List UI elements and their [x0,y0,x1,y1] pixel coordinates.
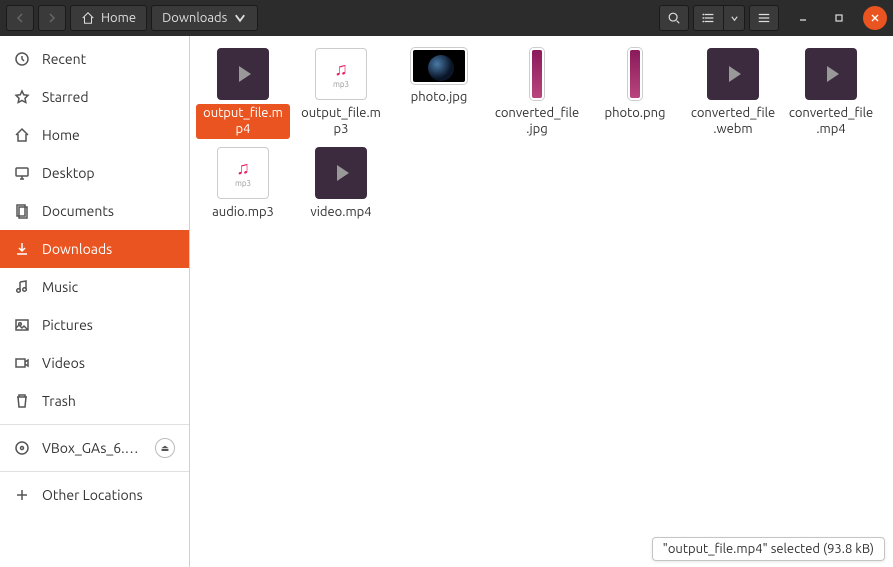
disc-icon [14,440,30,456]
search-button[interactable] [659,5,689,31]
file-item[interactable]: output_file.mp4 [194,48,292,139]
maximize-button[interactable] [827,6,851,30]
plus-icon [14,487,30,503]
file-grid: output_file.mp4♫mp3output_file.mp3photo.… [190,36,893,241]
file-thumbnail: ♫mp3 [315,48,367,100]
file-item[interactable]: ♫mp3 output_file.mp3 [292,48,390,139]
sidebar-item-label: Home [42,127,80,143]
file-thumbnail [805,48,857,100]
status-bar: "output_file.mp4" selected (93.8 kB) [652,537,885,561]
back-button[interactable] [6,5,34,31]
desktop-icon [14,165,30,181]
file-item[interactable]: converted_file.mp4 [782,48,880,139]
list-view-button[interactable] [693,5,723,31]
trash-icon [14,393,30,409]
file-thumbnail: ♫mp3 [217,147,269,199]
sidebar-item-videos[interactable]: Videos [0,344,189,382]
file-label: photo.png [601,104,670,122]
file-thumbnail [217,48,269,100]
file-item[interactable]: photo.jpg [390,48,488,139]
music-note-icon: ♫ [334,59,348,80]
file-item[interactable]: converted_file.jpg [488,48,586,139]
view-dropdown-button[interactable] [723,5,745,31]
sidebar-item-documents[interactable]: Documents [0,192,189,230]
path-segment-downloads[interactable]: Downloads [151,5,258,31]
file-thumbnail [628,48,642,100]
file-pane: output_file.mp4♫mp3output_file.mp3photo.… [190,36,893,567]
file-label: photo.jpg [407,88,472,106]
sidebar-item-label: Documents [42,203,114,219]
music-note-icon: ♫ [236,158,250,179]
path-segment-home[interactable]: Home [70,5,147,31]
file-thumbnail [707,48,759,100]
file-item[interactable]: video.mp4 [292,147,390,221]
pictures-icon [14,317,30,333]
sidebar: Recent Starred Home Desktop Documents Downloa… [0,36,190,567]
sidebar-item-label: Pictures [42,317,93,333]
file-thumbnail [411,48,467,84]
file-thumbnail [315,147,367,199]
sidebar-item-recent[interactable]: Recent [0,40,189,78]
sidebar-item-trash[interactable]: Trash [0,382,189,420]
forward-button[interactable] [38,5,66,31]
sidebar-item-music[interactable]: Music [0,268,189,306]
sidebar-item-vbox[interactable]: VBox_GAs_6.… ⏏ [0,429,189,467]
file-item[interactable]: converted_file.webm [684,48,782,139]
sidebar-item-label: Videos [42,355,85,371]
chevron-down-icon [233,11,247,25]
sidebar-item-pictures[interactable]: Pictures [0,306,189,344]
file-label: converted_file.jpg [490,104,584,139]
home-icon [14,127,30,143]
path-label: Home [101,11,136,25]
home-icon [81,11,95,25]
hamburger-menu-button[interactable] [749,5,779,31]
sidebar-item-label: Music [42,279,78,295]
videos-icon [14,355,30,371]
music-icon [14,279,30,295]
sidebar-item-label: Starred [42,89,89,105]
documents-icon [14,203,30,219]
sidebar-item-label: Recent [42,51,86,67]
downloads-icon [14,241,30,257]
sidebar-item-home[interactable]: Home [0,116,189,154]
toolbar: Home Downloads [0,0,893,36]
sidebar-item-label: Other Locations [42,487,143,503]
file-label: converted_file.webm [686,104,780,139]
eject-button[interactable]: ⏏ [155,438,175,458]
audio-ext-label: mp3 [235,179,251,188]
sidebar-item-desktop[interactable]: Desktop [0,154,189,192]
close-button[interactable] [863,6,887,30]
status-text: "output_file.mp4" selected (93.8 kB) [663,542,874,556]
star-icon [14,89,30,105]
clock-icon [14,51,30,67]
path-label: Downloads [162,11,227,25]
file-label: audio.mp3 [208,203,278,221]
sidebar-item-label: Downloads [42,241,112,257]
file-label: converted_file.mp4 [784,104,878,139]
view-menu-group [693,5,745,31]
sidebar-item-downloads[interactable]: Downloads [0,230,189,268]
file-label: video.mp4 [306,203,375,221]
sidebar-item-label: Trash [42,393,76,409]
file-label: output_file.mp4 [196,104,290,139]
sidebar-item-starred[interactable]: Starred [0,78,189,116]
file-label: output_file.mp3 [294,104,388,139]
file-item[interactable]: ♫mp3 audio.mp3 [194,147,292,221]
sidebar-item-undefined[interactable]: Other Locations [0,476,189,514]
minimize-button[interactable] [791,6,815,30]
file-item[interactable]: photo.png [586,48,684,139]
sidebar-item-label: Desktop [42,165,95,181]
audio-ext-label: mp3 [333,80,349,89]
sidebar-item-label: VBox_GAs_6.… [42,440,139,456]
file-thumbnail [530,48,544,100]
